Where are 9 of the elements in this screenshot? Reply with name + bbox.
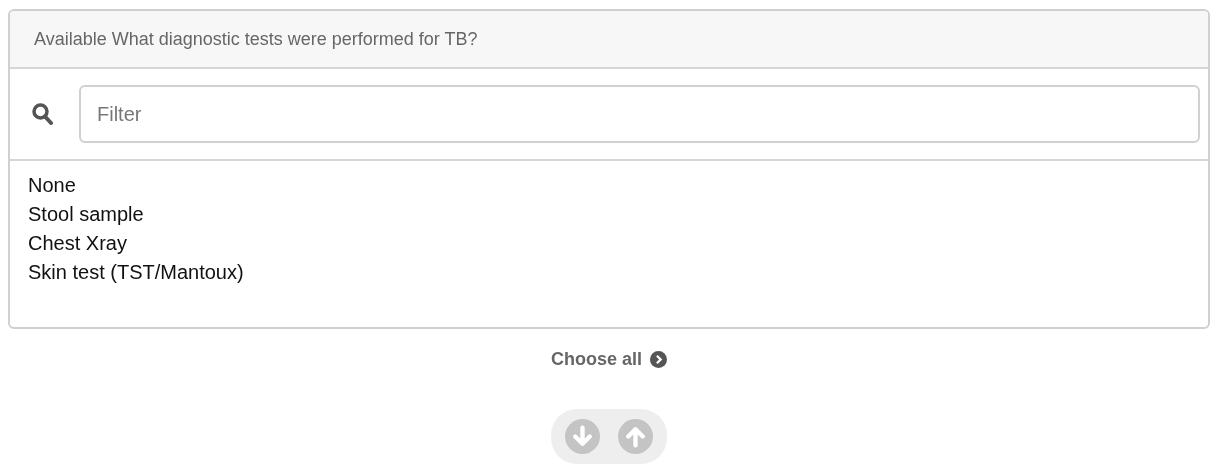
option-item[interactable]: None [28, 171, 1190, 200]
chevron-right-icon [650, 351, 667, 368]
filter-field[interactable]: Filter [79, 85, 1200, 143]
option-item[interactable]: Chest Xray [28, 229, 1190, 258]
panel-title: Available What diagnostic tests were performed for TB? [34, 27, 478, 51]
search-icon [32, 103, 53, 125]
option-item[interactable]: Stool sample [28, 200, 1190, 229]
option-item[interactable]: Skin test (TST/Mantoux) [28, 258, 1190, 287]
choose-all-button[interactable]: Choose all [551, 346, 667, 373]
